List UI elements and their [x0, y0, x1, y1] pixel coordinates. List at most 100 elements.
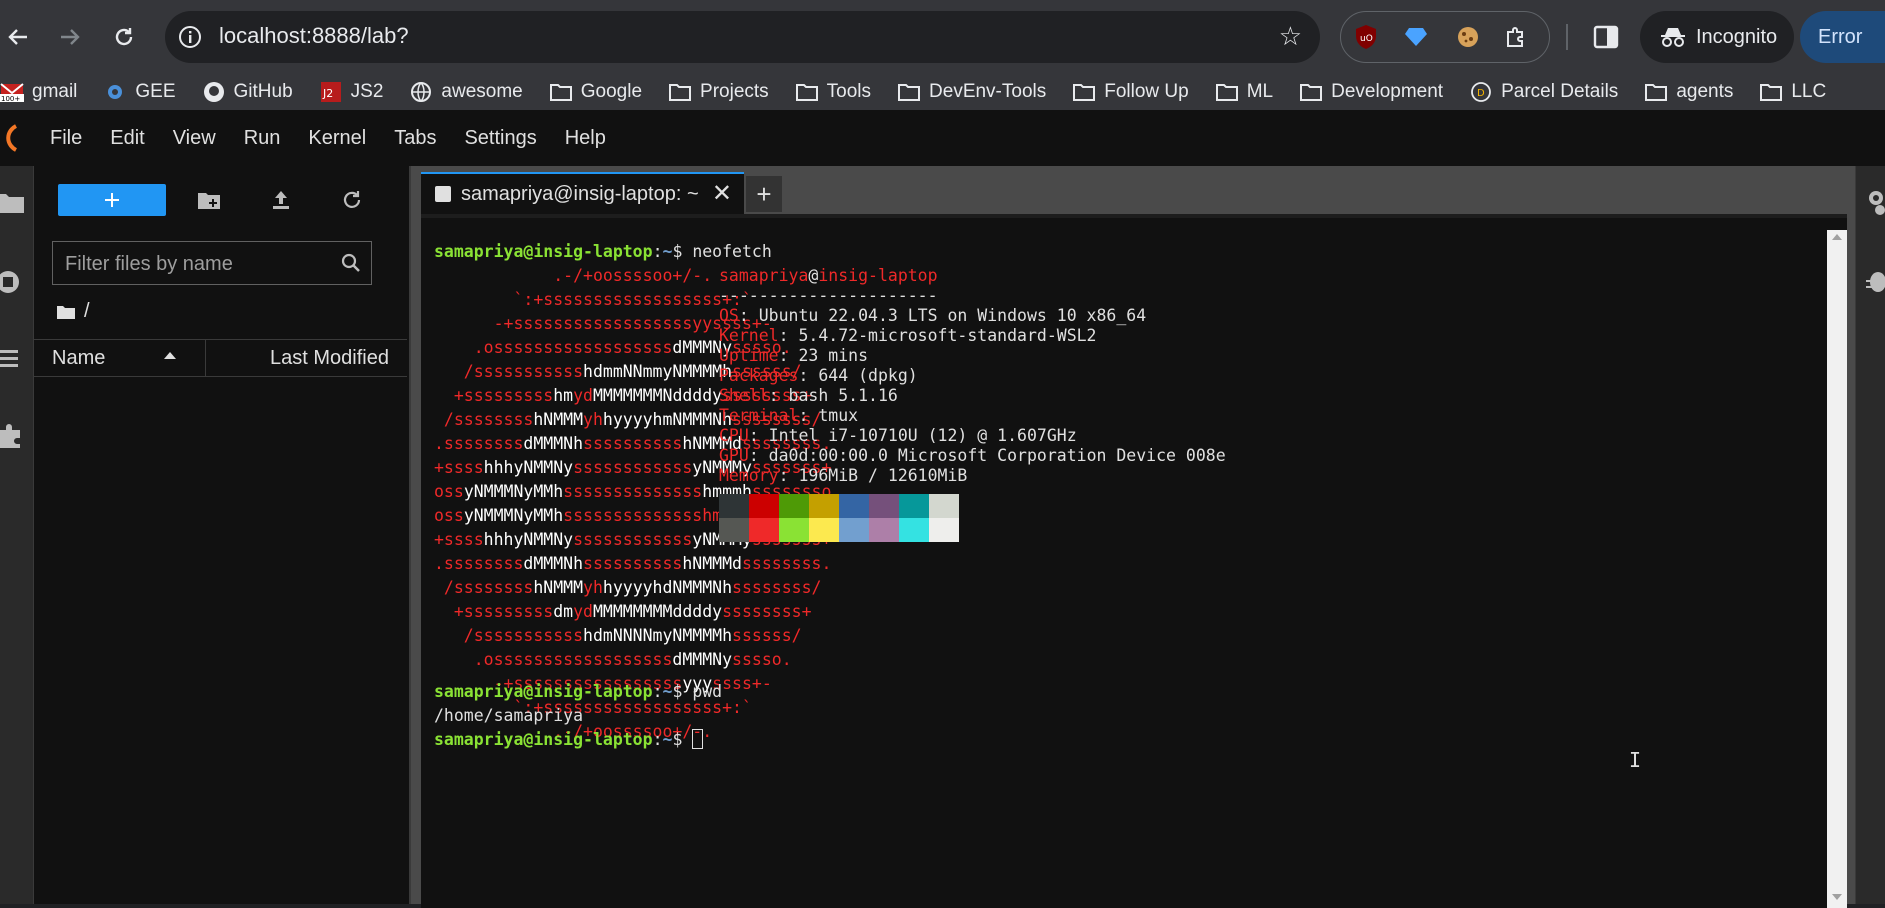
terminal-panel[interactable]: samapriya@insig-laptop:~$ neofetch .-/+o… — [421, 214, 1847, 908]
bookmark-star-icon[interactable]: ☆ — [1279, 21, 1302, 52]
folder-icon[interactable] — [56, 304, 76, 320]
palette-swatch — [869, 494, 899, 518]
svg-text:J2: J2 — [322, 87, 333, 100]
running-kernels-icon[interactable] — [0, 268, 24, 296]
bookmark-gmail[interactable]: 100+ gmail — [0, 81, 77, 103]
folder-icon — [1215, 82, 1239, 102]
new-launcher-button[interactable] — [58, 184, 166, 216]
error-button[interactable]: Error — [1800, 11, 1885, 63]
palette-swatch — [839, 494, 869, 518]
url-text[interactable]: localhost:8888/lab? — [219, 23, 409, 49]
menu-view[interactable]: View — [159, 127, 230, 150]
reload-button[interactable] — [106, 19, 142, 55]
table-of-contents-icon[interactable] — [0, 344, 24, 372]
folder-icon[interactable] — [0, 188, 24, 216]
ublock-icon[interactable]: uO — [1351, 22, 1381, 52]
jupyter-menubar: File Edit View Run Kernel Tabs Settings … — [0, 110, 1885, 166]
folder-icon — [1072, 82, 1096, 102]
palette-swatch — [719, 494, 749, 518]
debugger-icon[interactable] — [1864, 268, 1885, 296]
folder-icon — [1299, 82, 1323, 102]
bookmark-devenv-tools[interactable]: DevEnv-Tools — [897, 81, 1046, 103]
file-browser-panel: / Name Last Modified — [34, 166, 411, 904]
filter-files-input[interactable] — [53, 242, 337, 286]
column-header-last-modified[interactable]: Last Modified — [270, 347, 389, 370]
left-sidebar-rail — [0, 166, 34, 904]
main-tab-bar: samapriya@insig-laptop: ~ ✕ + — [411, 172, 1855, 216]
menu-help[interactable]: Help — [551, 127, 620, 150]
tab-terminal-label: samapriya@insig-laptop: ~ — [461, 183, 699, 205]
reload-icon — [115, 28, 133, 46]
palette-swatch — [899, 518, 929, 542]
info-icon[interactable] — [177, 24, 203, 50]
right-sidebar-rail — [1855, 166, 1885, 904]
bookmark-follow-up[interactable]: Follow Up — [1072, 81, 1189, 103]
plus-icon: + — [756, 178, 772, 209]
menu-run[interactable]: Run — [230, 127, 295, 150]
scroll-down-icon[interactable] — [1832, 894, 1842, 900]
new-folder-icon[interactable] — [196, 188, 222, 212]
terminal-scrollbar[interactable] — [1827, 230, 1847, 908]
tab-terminal[interactable]: samapriya@insig-laptop: ~ ✕ — [421, 172, 744, 216]
js2-icon: J2 — [319, 82, 343, 102]
bookmark-development[interactable]: Development — [1299, 81, 1443, 103]
palette-swatch — [809, 518, 839, 542]
bookmark-llc[interactable]: LLC — [1759, 81, 1826, 103]
folder-icon — [1759, 82, 1783, 102]
palette-swatch — [839, 518, 869, 542]
bookmark-projects[interactable]: Projects — [668, 81, 769, 103]
add-tab-button[interactable]: + — [746, 176, 782, 212]
incognito-button[interactable]: Incognito — [1640, 11, 1794, 63]
extension-manager-icon[interactable] — [0, 422, 24, 450]
github-icon — [202, 82, 226, 102]
browser-toolbar: localhost:8888/lab? ☆ uO Incognito Error — [0, 0, 1885, 74]
menu-file[interactable]: File — [36, 127, 96, 150]
side-panel-icon[interactable] — [1590, 21, 1622, 53]
toolbar-divider — [1566, 24, 1568, 50]
back-button[interactable] — [0, 19, 36, 55]
terminal-cursor — [692, 729, 704, 749]
forward-button[interactable] — [52, 19, 88, 55]
bookmark-parcel-details[interactable]: D Parcel Details — [1469, 81, 1618, 103]
column-header-name[interactable]: Name — [52, 347, 105, 370]
color-palette — [719, 494, 959, 542]
address-bar[interactable]: localhost:8888/lab? ☆ — [165, 11, 1320, 63]
property-inspector-icon[interactable] — [1864, 188, 1885, 216]
menu-edit[interactable]: Edit — [96, 127, 158, 150]
bookmark-agents[interactable]: agents — [1644, 81, 1733, 103]
bookmark-tools[interactable]: Tools — [795, 81, 871, 103]
sort-ascending-icon — [164, 352, 176, 359]
search-icon — [341, 253, 360, 272]
palette-swatch — [779, 494, 809, 518]
scroll-up-icon[interactable] — [1832, 234, 1842, 240]
upload-icon[interactable] — [268, 188, 294, 212]
column-divider[interactable] — [205, 340, 206, 376]
svg-text:100+: 100+ — [1, 95, 20, 102]
bookmark-github[interactable]: GitHub — [202, 81, 293, 103]
folder-icon — [1644, 82, 1668, 102]
terminal-line: samapriya@insig-laptop:~$ neofetch — [434, 242, 772, 261]
folder-icon — [795, 82, 819, 102]
gem-extension-icon[interactable] — [1401, 22, 1431, 52]
cookie-extension-icon[interactable] — [1453, 22, 1483, 52]
breadcrumb-root[interactable]: / — [84, 300, 90, 323]
filter-files-field[interactable] — [52, 241, 372, 286]
menu-settings[interactable]: Settings — [450, 127, 550, 150]
arrow-right-icon — [61, 29, 80, 45]
svg-text:D: D — [1477, 88, 1485, 99]
bookmark-awesome[interactable]: awesome — [409, 81, 523, 103]
palette-swatch — [779, 518, 809, 542]
bookmark-google[interactable]: Google — [549, 81, 642, 103]
menu-kernel[interactable]: Kernel — [294, 127, 380, 150]
close-icon[interactable]: ✕ — [712, 179, 732, 208]
terminal-line: samapriya@insig-laptop:~$ pwd — [434, 682, 723, 701]
gear-icon — [103, 82, 127, 102]
bookmark-ml[interactable]: ML — [1215, 81, 1273, 103]
bookmark-gee[interactable]: GEE — [103, 81, 176, 103]
puzzle-icon[interactable] — [1501, 22, 1531, 52]
plus-icon — [105, 193, 119, 207]
error-label: Error — [1818, 25, 1863, 48]
menu-tabs[interactable]: Tabs — [380, 127, 450, 150]
refresh-icon[interactable] — [339, 188, 365, 212]
bookmark-js2[interactable]: J2 JS2 — [319, 81, 383, 103]
